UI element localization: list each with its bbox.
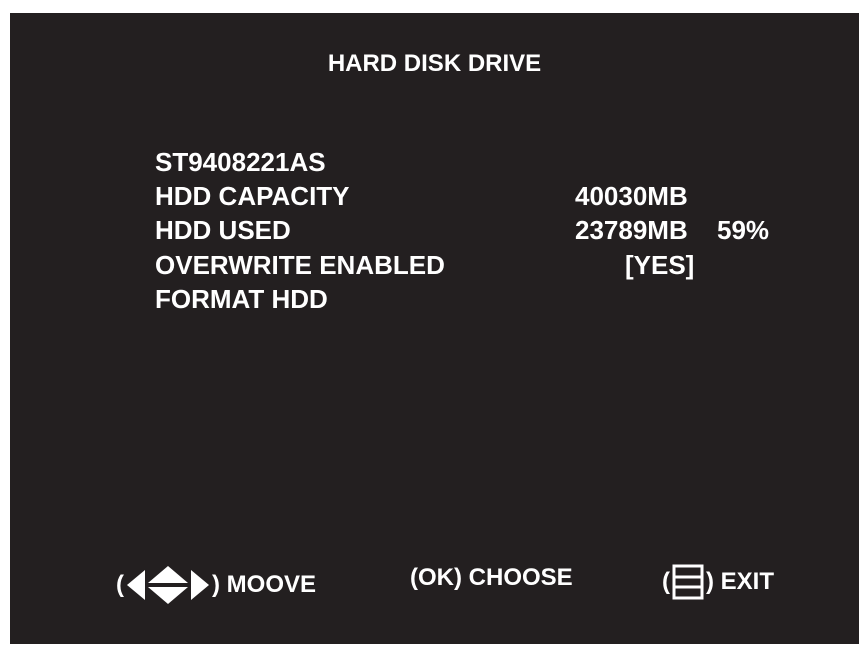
capacity-value: 40030MB: [575, 181, 688, 211]
move-label: ) MOOVE: [212, 571, 317, 598]
footer-choose-hint: (OK) CHOOSE: [410, 564, 573, 592]
menu-icon: [672, 564, 704, 600]
osd-screen: HARD DISK DRIVE ST9408221AS HDD CAPACITY…: [10, 13, 859, 644]
overwrite-value[interactable]: [YES]: [625, 250, 694, 280]
exit-paren: (: [662, 568, 670, 595]
menu-item-overwrite[interactable]: OVERWRITE ENABLED: [155, 250, 445, 280]
used-percent: 59%: [717, 215, 770, 245]
exit-label: ) EXIT: [706, 568, 775, 595]
menu-item-capacity-label: HDD CAPACITY: [155, 181, 350, 211]
footer-exit-hint: ( ) EXIT: [662, 564, 774, 600]
used-value: 23789MB: [575, 215, 688, 245]
arrows-icon: [125, 564, 211, 606]
page-title: HARD DISK DRIVE: [327, 50, 542, 77]
menu-item-used-label: HDD USED: [155, 215, 291, 245]
hdd-model: ST9408221AS: [155, 147, 326, 177]
footer-move-hint: ( ) MOOVE: [116, 564, 316, 606]
move-paren: (: [116, 571, 124, 598]
choose-label: (OK) CHOOSE: [410, 564, 573, 591]
menu-item-format-hdd[interactable]: FORMAT HDD: [155, 284, 328, 314]
